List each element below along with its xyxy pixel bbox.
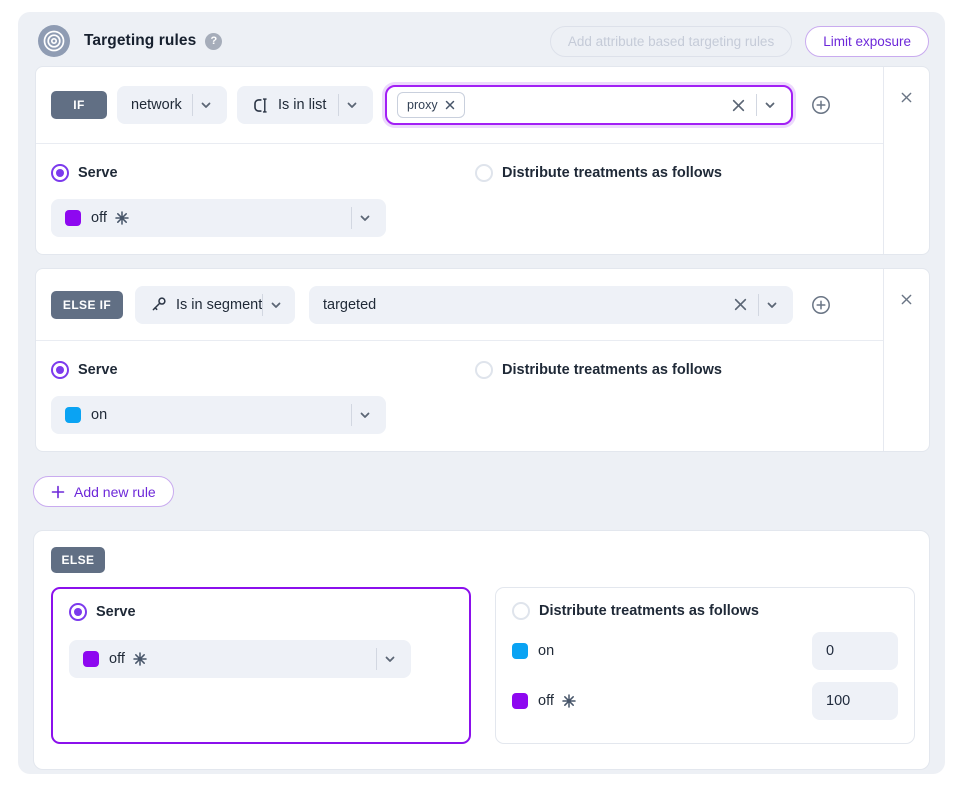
chevron-down-icon[interactable] xyxy=(759,297,785,313)
else-badge: ELSE xyxy=(51,547,105,573)
else-serve-card[interactable]: Serve off xyxy=(51,587,471,744)
page-title: Targeting rules xyxy=(84,32,196,50)
treatment-swatch xyxy=(65,210,81,226)
treatment-select[interactable]: off xyxy=(51,199,386,237)
default-treatment-icon xyxy=(115,211,129,225)
serve-radio[interactable] xyxy=(51,164,69,182)
chevron-down-icon[interactable] xyxy=(757,97,783,113)
distribute-radio[interactable] xyxy=(512,602,530,620)
add-condition-icon[interactable] xyxy=(810,94,832,116)
add-condition-icon[interactable] xyxy=(810,294,832,316)
chevron-down-icon xyxy=(352,210,378,226)
distribute-row: on 0 xyxy=(512,632,898,670)
targeting-rules-icon xyxy=(38,25,70,57)
limit-exposure-button[interactable]: Limit exposure xyxy=(805,26,929,57)
matcher-select[interactable]: Is in segment xyxy=(135,286,295,324)
serve-option[interactable]: Serve xyxy=(69,603,453,621)
distribute-option[interactable]: Distribute treatments as follows xyxy=(475,361,722,379)
default-treatment-icon xyxy=(562,694,576,708)
else-if-badge: ELSE IF xyxy=(51,291,123,319)
value-chip: proxy xyxy=(397,92,465,118)
chevron-down-icon xyxy=(377,651,403,667)
distribute-option[interactable]: Distribute treatments as follows xyxy=(475,164,722,182)
percentage-input[interactable]: 100 xyxy=(812,682,898,720)
default-rule-card: ELSE Serve off Distribute treatme xyxy=(33,530,930,770)
plus-icon xyxy=(51,485,65,499)
default-treatment-icon xyxy=(133,652,147,666)
add-new-rule-button[interactable]: Add new rule xyxy=(33,476,174,507)
segment-key-icon xyxy=(149,295,168,314)
delete-rule-icon[interactable] xyxy=(900,91,913,104)
treatment-swatch xyxy=(65,407,81,423)
distribute-radio[interactable] xyxy=(475,164,493,182)
treatment-select[interactable]: off xyxy=(69,640,411,678)
delete-rule-icon[interactable] xyxy=(900,293,913,306)
clear-input-icon[interactable] xyxy=(727,297,754,312)
percentage-input[interactable]: 0 xyxy=(812,632,898,670)
treatment-swatch xyxy=(512,643,528,659)
treatment-swatch xyxy=(512,693,528,709)
list-values-input[interactable]: proxy xyxy=(385,85,793,125)
chevron-down-icon xyxy=(339,97,365,113)
clear-input-icon[interactable] xyxy=(725,98,752,113)
serve-section: Serve Distribute treatments as follows o… xyxy=(36,144,883,254)
condition-row: IF network Is in list proxy xyxy=(36,67,883,144)
treatment-select[interactable]: on xyxy=(51,396,386,434)
string-matcher-icon xyxy=(251,96,270,115)
add-attribute-rules-button: Add attribute based targeting rules xyxy=(550,26,792,57)
chevron-down-icon xyxy=(352,407,378,423)
header: Targeting rules ? Add attribute based ta… xyxy=(38,25,929,57)
chevron-down-icon xyxy=(193,97,219,113)
rule-card-else-if: ELSE IF Is in segment targeted xyxy=(35,268,930,452)
targeting-rules-panel: Targeting rules ? Add attribute based ta… xyxy=(18,12,945,774)
segment-select[interactable]: targeted xyxy=(309,286,793,324)
serve-option[interactable]: Serve xyxy=(51,361,118,379)
rule-card-if: IF network Is in list proxy xyxy=(35,66,930,255)
distribute-row: off 100 xyxy=(512,682,898,720)
distribute-option[interactable]: Distribute treatments as follows xyxy=(512,602,898,620)
serve-option[interactable]: Serve xyxy=(51,164,118,182)
help-icon[interactable]: ? xyxy=(205,33,222,50)
distribute-radio[interactable] xyxy=(475,361,493,379)
treatment-swatch xyxy=(83,651,99,667)
condition-row: ELSE IF Is in segment targeted xyxy=(36,269,883,341)
if-badge: IF xyxy=(51,91,107,119)
attribute-select[interactable]: network xyxy=(117,86,227,124)
matcher-select[interactable]: Is in list xyxy=(237,86,373,124)
serve-radio[interactable] xyxy=(51,361,69,379)
chevron-down-icon xyxy=(263,297,289,313)
remove-chip-icon[interactable] xyxy=(445,100,455,110)
serve-radio[interactable] xyxy=(69,603,87,621)
else-distribute-card[interactable]: Distribute treatments as follows on 0 of… xyxy=(495,587,915,744)
serve-section: Serve Distribute treatments as follows o… xyxy=(36,341,883,451)
